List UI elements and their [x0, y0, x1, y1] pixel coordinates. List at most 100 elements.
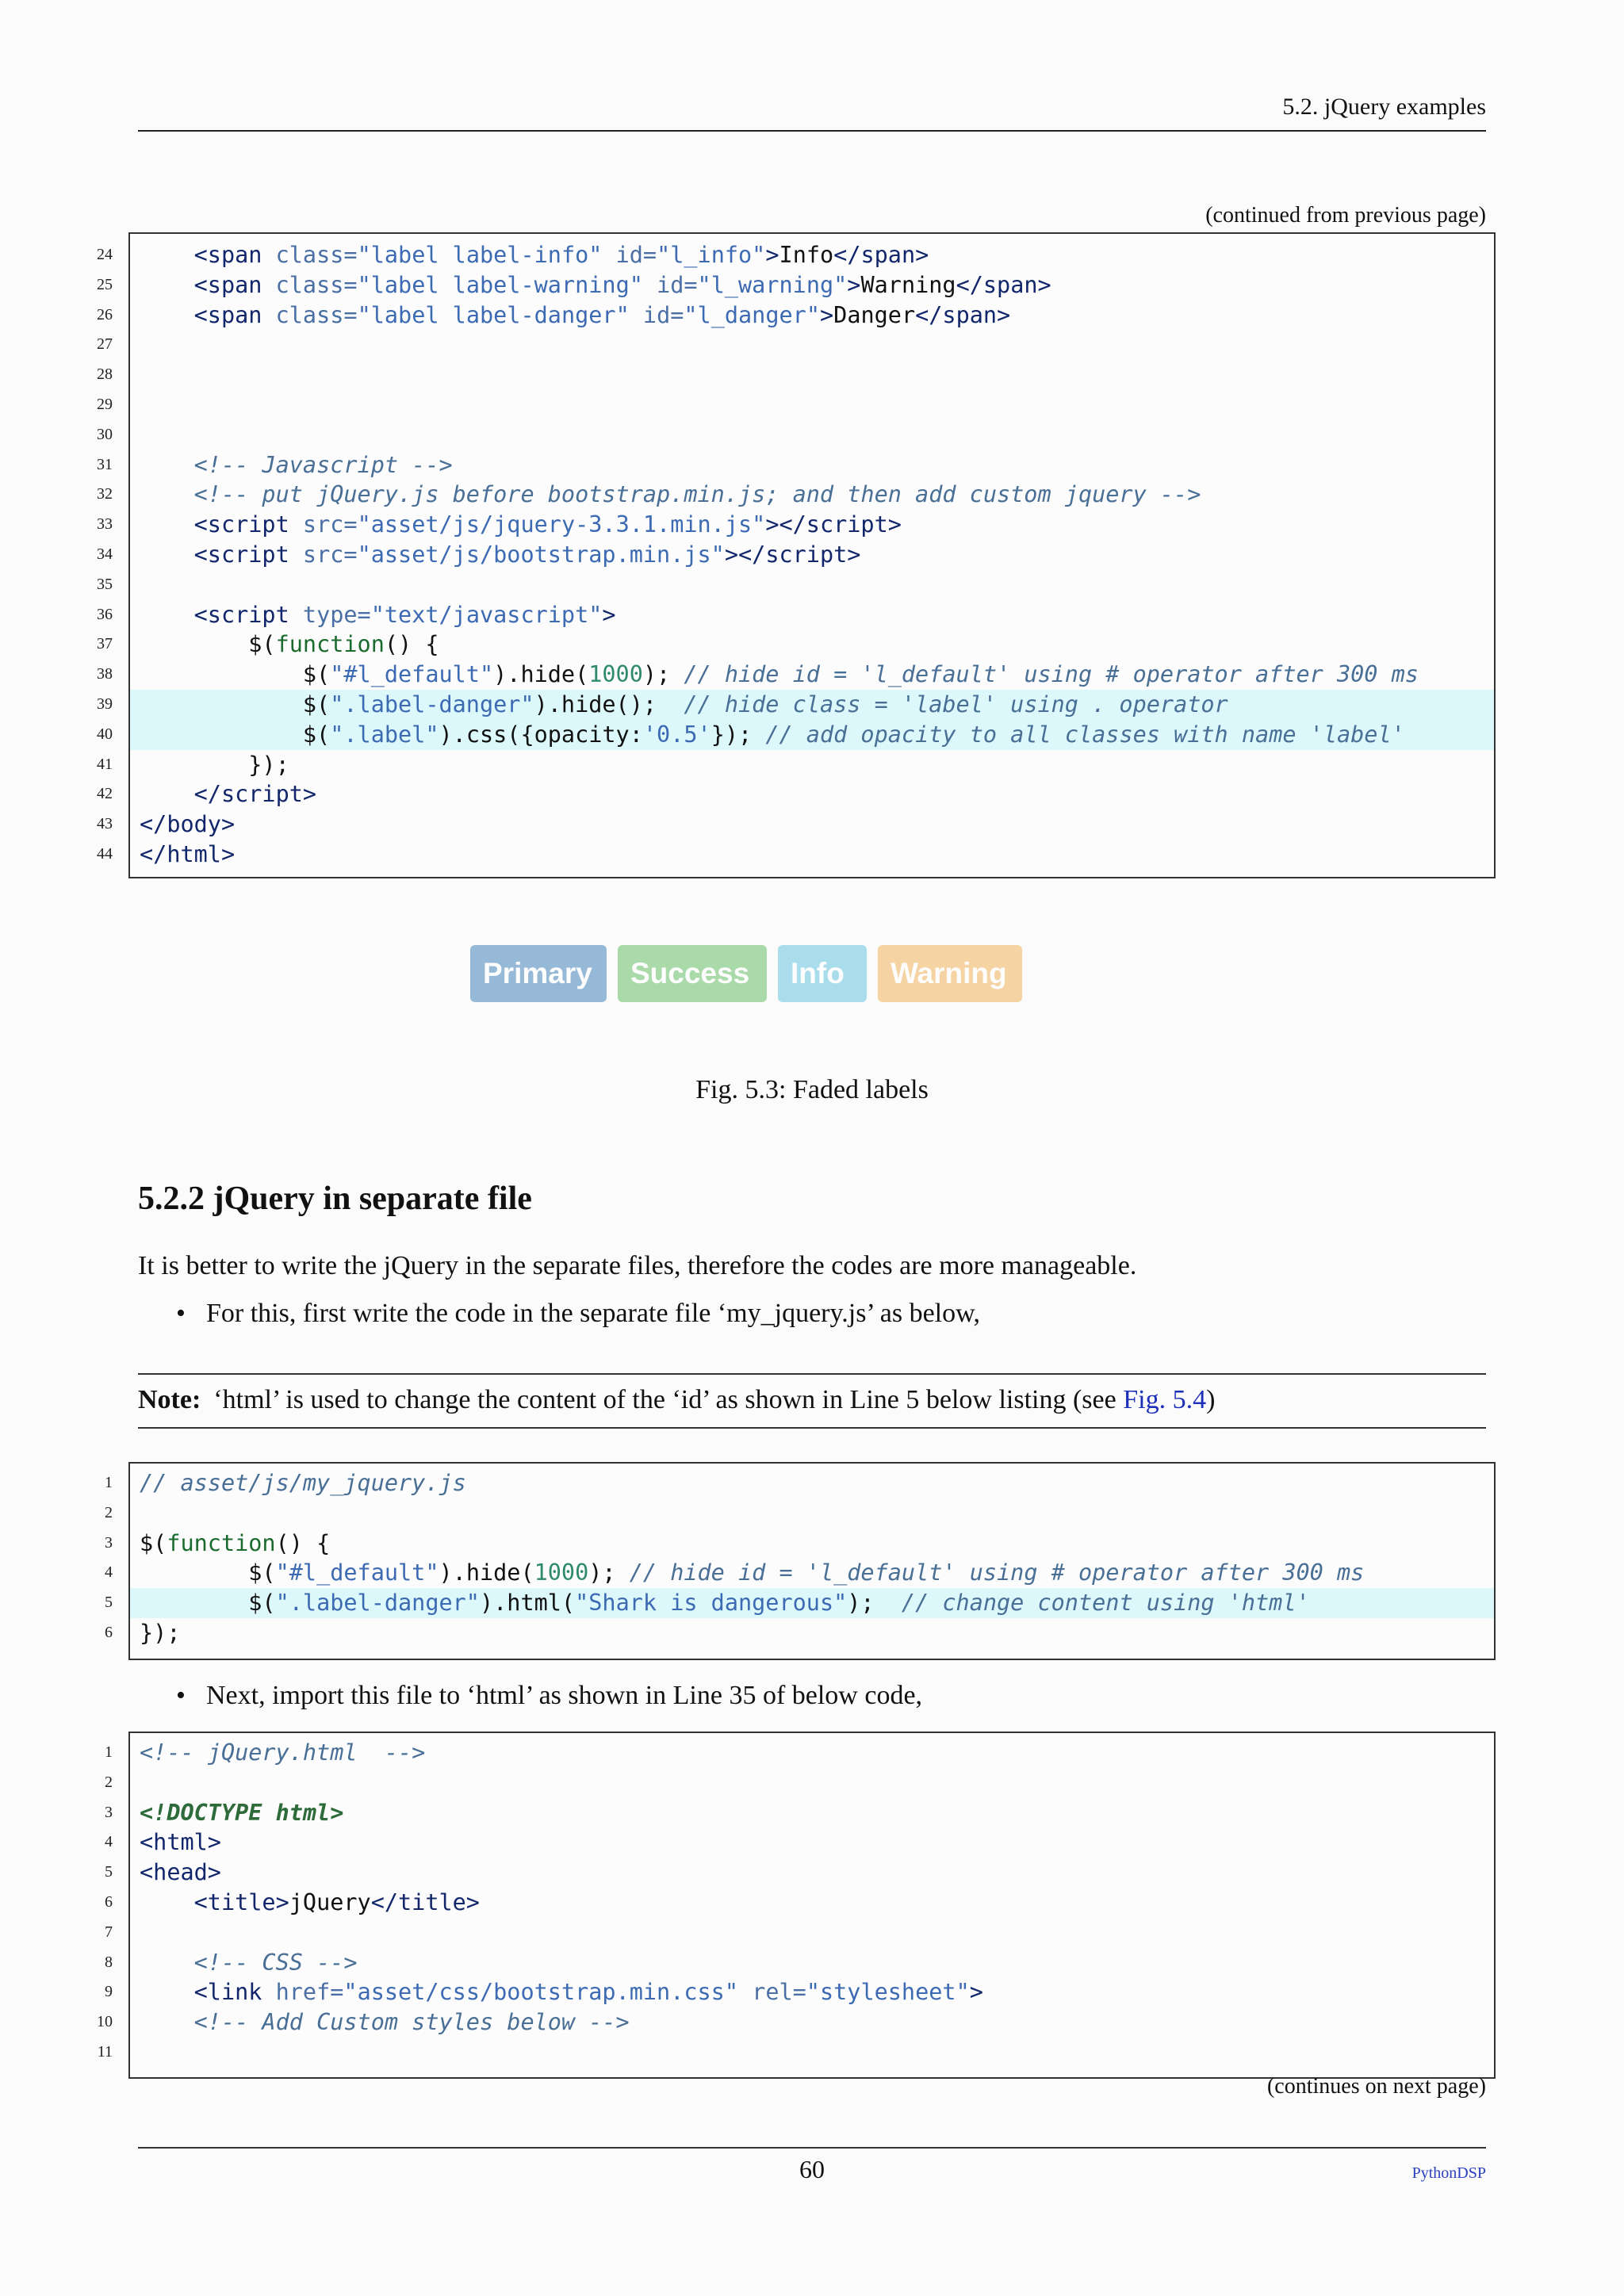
note-label: Note: [138, 1385, 201, 1414]
line-number: 35 [97, 575, 113, 593]
continues-note: (continues on next page) [1266, 2074, 1486, 2099]
intro-paragraph: It is better to write the jQuery in the … [138, 1251, 1137, 1280]
line-number: 4 [105, 1833, 113, 1851]
code-line: 6 <title>jQuery</title> [105, 1888, 1494, 1918]
page-number: 60 [799, 2155, 825, 2183]
line-number: 7 [105, 1923, 113, 1941]
code-text: <!-- CSS --> [193, 1949, 358, 1976]
line-number: 32 [97, 485, 113, 503]
code-line: 36 <script type="text/javascript"> [97, 600, 1494, 630]
line-number: 24 [97, 246, 113, 263]
code-line: 27 [97, 330, 1494, 360]
code-line: 3 $(function() { [105, 1529, 1494, 1559]
document-page: 5.2. jQuery examples (continued from pre… [0, 0, 1624, 2296]
line-number: 41 [97, 755, 113, 773]
line-number: 5 [105, 1594, 113, 1612]
code-line: 9 <link href="asset/css/bootstrap.min.cs… [105, 1977, 1494, 2007]
code-line: 11 [98, 2038, 1494, 2068]
code-line: 28 [97, 360, 1494, 390]
figure-caption: Fig. 5.3: Faded labels [695, 1075, 929, 1104]
code-line: 6}); [105, 1618, 1494, 1648]
line-number: 6 [105, 1623, 113, 1641]
code-text: <!-- Javascript --> [193, 451, 453, 478]
code-text: <!-- put jQuery.js before bootstrap.min.… [193, 481, 1201, 508]
code-text: <span class="label label-warning" id="l_… [193, 271, 1051, 298]
line-number: 38 [97, 665, 113, 683]
line-number: 1 [105, 1474, 113, 1491]
line-number: 8 [105, 1953, 113, 1971]
line-number: 33 [97, 515, 113, 534]
code-text: </body> [140, 811, 236, 838]
line-number: 43 [97, 815, 113, 833]
line-number: 26 [97, 305, 113, 323]
line-number: 36 [97, 605, 113, 623]
code-text: $(".label-danger").html("Shark is danger… [140, 1590, 1310, 1617]
code-listing-2: 1 // asset/js/my_jquery.js 2 3 $(function() … [105, 1462, 1496, 1660]
label-primary: Primary [470, 945, 607, 1002]
code-line: 37 $(function() { [97, 629, 1494, 660]
code-text: </script> [193, 781, 317, 808]
footer-rule [138, 2147, 1486, 2149]
line-number: 4 [105, 1563, 113, 1582]
code-text: </html> [140, 840, 236, 867]
code-line: 26 <span class="label label-danger" id="… [97, 300, 1494, 331]
line-number: 27 [97, 335, 113, 354]
code-text: // asset/js/my_jquery.js [140, 1470, 466, 1496]
code-text: }); [140, 751, 289, 778]
code-line: 41 }); [97, 750, 1494, 780]
code-listing-3: 1 <!-- jQuery.html --> 2 3 <!DOCTYPE html> 4 <… [97, 1732, 1496, 2079]
code-line: 5 $(".label-danger").html("Shark is dang… [105, 1588, 1494, 1618]
line-number: 2 [105, 1503, 113, 1521]
note-text: ‘html’ is used to change the content of … [213, 1385, 1124, 1414]
bullet-item: • Next, import this file to ‘html’ as sho… [176, 1681, 922, 1711]
line-number: 37 [97, 635, 113, 653]
label-warning: Warning [878, 945, 1022, 1002]
code-text: $(function() { [140, 631, 439, 658]
code-line: 2 [105, 1498, 1494, 1529]
line-number: 28 [97, 365, 113, 384]
code-line: 30 [97, 420, 1494, 450]
code-text: <link href="asset/css/bootstrap.min.css"… [193, 1979, 983, 2006]
code-listing-1: 24 <span class="label label-info" id="l_… [97, 232, 1496, 878]
code-text: <script type="text/javascript"> [193, 601, 616, 628]
code-line: 25 <span class="label label-warning" id=… [97, 270, 1494, 300]
line-number: 29 [97, 395, 113, 413]
code-text: }); [140, 1619, 181, 1646]
line-number: 1 [105, 1743, 113, 1761]
code-line: 4 $("#l_default").hide(1000); // hide id… [105, 1558, 1494, 1588]
line-number: 10 [97, 2013, 113, 2031]
line-number: 31 [97, 455, 113, 473]
line-number: 39 [97, 695, 113, 713]
line-number: 3 [105, 1533, 113, 1552]
line-number: 3 [105, 1803, 113, 1821]
code-line: 33 <script src="asset/js/jquery-3.3.1.mi… [97, 510, 1494, 540]
code-line: 44 </html> [97, 840, 1494, 870]
code-line: 29 [97, 390, 1494, 420]
code-line: 1 <!-- jQuery.html --> [105, 1738, 1494, 1768]
code-text: <title>jQuery</title> [193, 1888, 480, 1915]
code-line: 10 <!-- Add Custom styles below --> [97, 2007, 1494, 2038]
code-line: 39 $(".label-danger").hide(); // hide cl… [97, 689, 1494, 720]
section-heading: 5.2.2 jQuery in separate file [138, 1181, 532, 1217]
code-text: <span class="label label-danger" id="l_d… [193, 301, 1011, 328]
code-text: $("#l_default").hide(1000); // hide id =… [140, 1559, 1365, 1586]
code-text: <html> [140, 1829, 221, 1856]
line-number: 9 [105, 1983, 113, 2001]
code-text: <!-- Add Custom styles below --> [193, 2009, 630, 2036]
faded-labels-figure: Primary Success Info Warning [470, 945, 1022, 1004]
line-number: 25 [97, 275, 113, 293]
code-text: $("#l_default").hide(1000); // hide id =… [140, 661, 1419, 688]
code-text: <!DOCTYPE html> [140, 1799, 344, 1826]
code-text: <script src="asset/js/bootstrap.min.js">… [193, 541, 861, 568]
bullet-icon: • [176, 1299, 186, 1328]
figure-link[interactable]: Fig. 5.4 [1123, 1385, 1206, 1414]
code-line: 31 <!-- Javascript --> [97, 450, 1494, 480]
bullet-icon: • [176, 1681, 186, 1710]
code-text: $(function() { [140, 1529, 331, 1556]
line-number: 6 [105, 1892, 113, 1911]
code-line: 40 $(".label").css({opacity:'0.5'}); // … [97, 719, 1494, 750]
line-number: 34 [97, 545, 113, 563]
code-text: $(".label-danger").hide(); // hide class… [140, 691, 1228, 718]
line-number: 40 [97, 725, 113, 743]
footer-brand: PythonDSP [1411, 2164, 1486, 2182]
